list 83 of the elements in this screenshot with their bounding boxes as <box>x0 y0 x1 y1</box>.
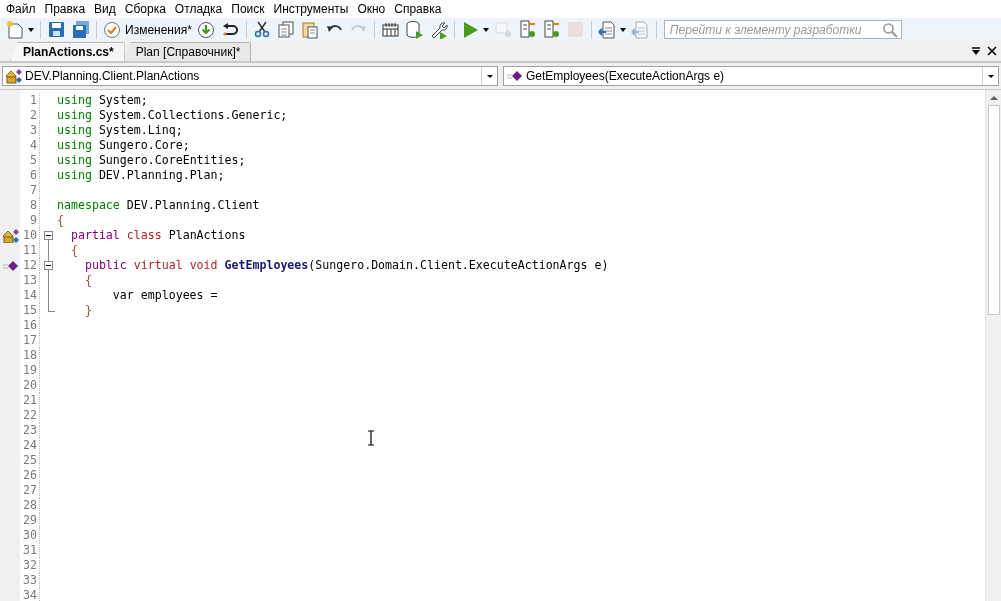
method-icon <box>2 258 20 273</box>
text-cursor-icon <box>367 430 375 446</box>
close-icon[interactable] <box>987 46 997 56</box>
dropdown[interactable]: GetEmployees(ExecuteActionArgs e) <box>503 66 999 86</box>
collapse-toggle[interactable] <box>44 231 53 240</box>
code-line: { <box>83 273 92 288</box>
line-number: 17 <box>20 333 40 348</box>
line-number: 16 <box>20 318 40 333</box>
search-icon <box>881 21 898 38</box>
line-number: 12 <box>20 258 40 273</box>
dropdown[interactable]: DEV.Planning.Client.PlanActions <box>2 66 498 86</box>
line-number: 11 <box>20 243 40 258</box>
dropdown-arrow-icon[interactable] <box>482 27 489 32</box>
dropdown-arrow-icon[interactable] <box>28 27 34 32</box>
search-field[interactable]: Перейти к элементу разработки <box>663 20 902 39</box>
line-number: 20 <box>20 378 40 393</box>
checkmark-circle-button[interactable]: Изменения* <box>101 19 194 40</box>
line-number: 14 <box>20 288 40 303</box>
line-number: 26 <box>20 468 40 483</box>
line-number: 3 <box>20 123 40 138</box>
checkmark-circle-icon[interactable] <box>103 20 122 39</box>
editor-tab[interactable]: Plan [Справочник]* <box>122 42 252 61</box>
code-line: partial class PlanActions <box>69 228 246 243</box>
code-line: using System.Linq; <box>57 123 183 138</box>
code-line: { <box>57 213 64 228</box>
menu-item[interactable]: Сборка <box>121 2 172 16</box>
class-icon <box>2 228 20 243</box>
line-number: 15 <box>20 303 40 318</box>
line-number: 18 <box>20 348 40 363</box>
line-number: 21 <box>20 393 40 408</box>
line-number: 19 <box>20 363 40 378</box>
code-line: using DEV.Planning.Plan; <box>57 168 225 183</box>
menu-item[interactable]: Файл <box>3 2 42 16</box>
menu-item[interactable]: Поиск <box>228 2 271 16</box>
code-line: { <box>69 243 78 258</box>
code-line: var employees = <box>111 288 218 303</box>
line-number: 10 <box>20 228 40 243</box>
new-file-button[interactable] <box>4 19 36 40</box>
menu-item[interactable]: Правка <box>41 2 92 16</box>
menu-item[interactable]: Инструменты <box>270 2 355 16</box>
code-line: namespace DEV.Planning.Client <box>57 198 260 213</box>
scrollbar[interactable] <box>985 90 1001 601</box>
menu-item[interactable]: Отладка <box>171 2 229 16</box>
line-number: 9 <box>20 213 40 228</box>
line-number: 6 <box>20 168 40 183</box>
line-number: 27 <box>20 483 40 498</box>
line-number: 33 <box>20 573 40 588</box>
line-number: 29 <box>20 513 40 528</box>
line-number: 31 <box>20 543 40 558</box>
line-number: 28 <box>20 498 40 513</box>
document-arrow-button[interactable] <box>595 19 628 40</box>
line-number: 22 <box>20 408 40 423</box>
menu-item[interactable]: Справка <box>391 2 448 16</box>
line-number: 8 <box>20 198 40 213</box>
code-line: using Sungero.CoreEntities; <box>57 153 246 168</box>
class-icon <box>5 68 23 84</box>
method-icon <box>506 68 524 84</box>
editor-tab[interactable]: PlanActions.cs* <box>10 42 125 61</box>
line-number: 23 <box>20 423 40 438</box>
menu-item[interactable]: Окно <box>354 2 392 16</box>
line-number: 24 <box>20 438 40 453</box>
line-number: 34 <box>20 588 40 601</box>
code-line: public virtual void GetEmployees(Sungero.Domain.Client.ExecuteActionArgs e) <box>83 258 609 273</box>
dropdown-arrow-icon[interactable] <box>619 27 626 32</box>
line-number: 5 <box>20 153 40 168</box>
line-number: 13 <box>20 273 40 288</box>
collapse-toggle[interactable] <box>44 261 53 270</box>
line-number: 4 <box>20 138 40 153</box>
fold-end-mark <box>48 303 55 312</box>
line-number: 2 <box>20 108 40 123</box>
window-list-icon[interactable] <box>971 46 981 56</box>
line-number: 7 <box>20 183 40 198</box>
line-number: 30 <box>20 528 40 543</box>
code-line: using Sungero.Core; <box>57 138 190 153</box>
line-number: 1 <box>20 93 40 108</box>
fold-line <box>48 243 49 258</box>
menu-item[interactable]: Вид <box>91 2 122 16</box>
code-line: } <box>83 303 92 318</box>
code-line: using System.Collections.Generic; <box>57 108 288 123</box>
line-number: 25 <box>20 453 40 468</box>
code-line: using System; <box>57 93 148 108</box>
document-arrow-icon[interactable] <box>597 20 617 39</box>
line-number: 32 <box>20 558 40 573</box>
